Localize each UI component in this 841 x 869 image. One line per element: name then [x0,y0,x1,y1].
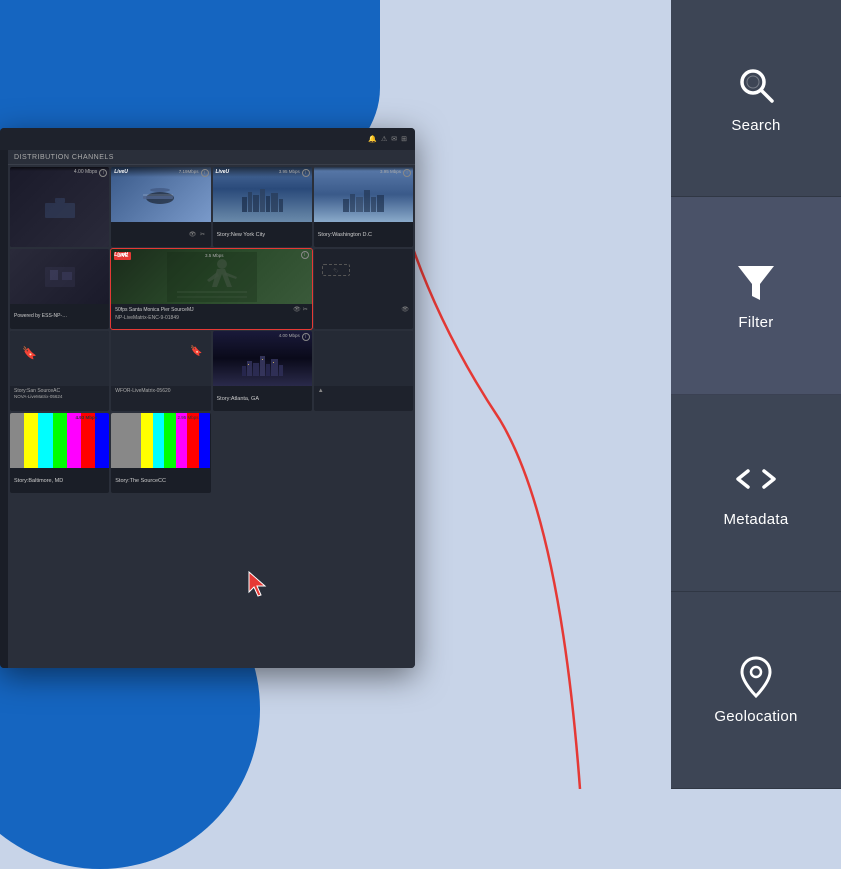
video-tile-8[interactable]: 🔖 Story:San SourceAC NOVA-LiveMatrix-056… [10,331,109,411]
window-titlebar: 🔔 ⚠ ✉ ⊞ [0,128,415,150]
video-tile-10[interactable]: 4.00 Mbps i Story:Atlanta, GA 33-WGCL-Li… [213,331,312,411]
sidebar-item-search[interactable]: Search [671,0,841,197]
metadata-label: Metadata [724,511,789,528]
filter-icon [734,260,778,304]
video-tile-11[interactable]: ▲ [314,331,413,411]
video-tile-2[interactable]: LiveU i 7.19Mbps 👁 ✂ ATN-LiveMatrix-0311… [111,167,210,247]
app-content: DISTRIBUTION CHANNELS 4.00 Mbps i Story:… [8,150,415,668]
video-tile-6-live[interactable]: LIVE LiveU 3.5 Mbps i 50fps Santa Monica… [111,249,312,329]
video-tile-13[interactable]: 2.95 Mbps Story:The SourceCC NP-LiveMatr… [111,413,210,493]
sidebar-item-filter[interactable]: Filter [671,197,841,394]
video-grid: 4.00 Mbps i Story:The Capitol 👁 ✂ NP-Liv… [8,165,415,495]
geolocation-icon [734,654,778,698]
geolocation-label: Geolocation [714,708,797,725]
video-tile-1[interactable]: 4.00 Mbps i Story:The Capitol 👁 ✂ NP-Liv… [10,167,109,247]
search-label: Search [731,117,780,134]
video-tile-9[interactable]: 🔖 WFOR-LiveMatrix-05620 [111,331,210,411]
code-icon [734,457,778,501]
app-left-sidebar [0,150,8,668]
sidebar-item-metadata[interactable]: Metadata [671,395,841,592]
right-sidebar: Search Filter Metadata Geolocation [671,0,841,789]
video-tile-4[interactable]: i 3.95 Mbps Story:Washington D.C WCSA-Li… [314,167,413,247]
video-tile-5[interactable]: Powered by ESS-NP-NYC-Rem-AC 👁✂ [10,249,109,329]
sidebar-item-geolocation[interactable]: Geolocation [671,592,841,789]
section-label: DISTRIBUTION CHANNELS [8,150,415,165]
search-icon [734,63,778,107]
filter-label: Filter [738,314,773,331]
video-tile-7[interactable]: 🏷 👁 [314,249,413,329]
video-tile-12-baltimore[interactable]: 4.93 Mbps Story:Baltimore, MD WIZ-LiveMa… [10,413,109,493]
video-tile-3[interactable]: LiveU i 3.95 Mbps Story:New York City NC… [213,167,312,247]
app-window: 🔔 ⚠ ✉ ⊞ DISTRIBUTION CHANNELS 4.00 Mbps … [0,128,415,668]
